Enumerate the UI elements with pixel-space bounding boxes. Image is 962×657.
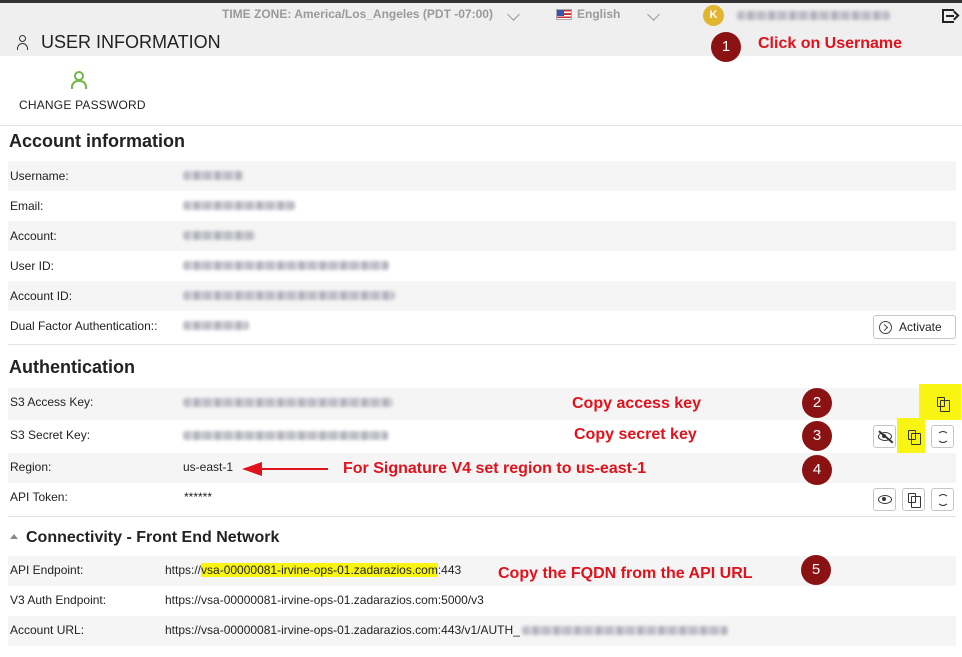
annotation-text: Copy the FQDN from the API URL xyxy=(498,565,753,582)
change-password-button[interactable]: CHANGE PASSWORD xyxy=(19,98,146,112)
annotation-badge: 5 xyxy=(801,555,831,585)
copy-icon xyxy=(937,397,950,412)
fqdn-highlight: vsa-00000081-irvine-ops-01.zadarazios.co… xyxy=(201,563,438,577)
row-label: Dual Factor Authentication:: xyxy=(10,319,158,333)
section-title-account-information: Account information xyxy=(9,131,185,151)
annotation-badge: 1 xyxy=(711,32,741,62)
copy-icon xyxy=(908,430,921,445)
page-title: USER INFORMATION xyxy=(41,32,221,52)
annotation-text: Click on Username xyxy=(758,35,903,52)
username-value xyxy=(183,171,243,180)
dual-factor-value xyxy=(183,321,249,330)
arrow-icon xyxy=(242,462,262,476)
account-value xyxy=(183,231,255,240)
user-id-value xyxy=(183,261,389,270)
user-icon xyxy=(16,35,28,50)
table-row: User ID: xyxy=(8,251,956,281)
divider xyxy=(0,125,962,126)
activate-label: Activate xyxy=(899,320,942,334)
account-id-value xyxy=(183,291,395,300)
region-value: us-east-1 xyxy=(183,460,234,474)
regenerate-keys-button[interactable] xyxy=(931,425,954,448)
logout-icon[interactable] xyxy=(942,9,954,23)
arrow-right-circle-icon xyxy=(879,321,892,334)
table-row: Dual Factor Authentication:: xyxy=(8,311,956,343)
annotation-badge: 4 xyxy=(802,455,832,485)
divider xyxy=(8,516,956,517)
url-suffix: :443 xyxy=(437,563,462,577)
table-row: Username: xyxy=(8,161,956,191)
annotation-text: Copy secret key xyxy=(574,426,697,443)
row-label: Account: xyxy=(10,229,57,243)
table-row: Account: xyxy=(8,221,956,251)
flag-us-icon xyxy=(556,9,572,20)
table-row: Account ID: xyxy=(8,281,956,311)
timezone-selector[interactable]: TIME ZONE: America/Los_Angeles (PDT -07:… xyxy=(222,7,493,21)
row-label: User ID: xyxy=(10,259,55,273)
arrow-line xyxy=(262,468,328,470)
eye-icon xyxy=(878,495,892,504)
email-value xyxy=(183,201,295,210)
triangle-up-icon[interactable] xyxy=(10,534,18,539)
regenerate-token-button[interactable] xyxy=(931,488,954,511)
row-label: Region: xyxy=(10,460,52,474)
change-password-icon[interactable] xyxy=(70,71,87,89)
avatar[interactable]: K xyxy=(703,5,724,26)
annotation-badge: 2 xyxy=(802,388,832,418)
annotation-badge: 3 xyxy=(802,421,832,451)
show-token-button[interactable] xyxy=(873,488,896,511)
api-token-value: ****** xyxy=(184,490,213,504)
copy-secret-key-button[interactable] xyxy=(902,425,925,448)
copy-token-button[interactable] xyxy=(902,488,925,511)
s3-secret-key-value xyxy=(183,431,388,440)
copy-icon xyxy=(908,493,921,508)
row-label: Email: xyxy=(10,199,44,213)
row-label: V3 Auth Endpoint: xyxy=(10,593,107,607)
row-label: Account URL: xyxy=(10,623,85,637)
row-label: API Token: xyxy=(10,490,68,504)
table-row: Account URL: https://vsa-00000081-irvine… xyxy=(8,616,956,646)
username-menu[interactable] xyxy=(737,11,890,20)
v3-auth-endpoint-value: https://vsa-00000081-irvine-ops-01.zadar… xyxy=(165,593,484,607)
row-label: Username: xyxy=(10,169,69,183)
row-label: API Endpoint: xyxy=(10,563,84,577)
table-row: V3 Auth Endpoint: https://vsa-00000081-i… xyxy=(8,586,956,616)
table-row: Email: xyxy=(8,191,956,221)
account-url-blurred-tail xyxy=(522,626,728,635)
api-endpoint-value: https://vsa-00000081-irvine-ops-01.zadar… xyxy=(165,563,461,577)
refresh-icon xyxy=(937,431,949,443)
section-title-authentication: Authentication xyxy=(9,357,135,377)
divider xyxy=(8,344,956,345)
s3-access-key-value xyxy=(183,398,393,407)
annotation-text: For Signature V4 set region to us-east-1 xyxy=(343,460,647,477)
account-url-value: https://vsa-00000081-irvine-ops-01.zadar… xyxy=(165,623,520,637)
eye-off-icon xyxy=(878,432,892,441)
activate-button[interactable]: Activate xyxy=(873,315,956,339)
copy-access-key-button[interactable] xyxy=(931,392,954,415)
row-label: Account ID: xyxy=(10,289,73,303)
row-label: S3 Access Key: xyxy=(10,395,94,409)
language-selector[interactable]: English xyxy=(577,7,620,21)
url-prefix: https:// xyxy=(165,563,202,577)
hide-secret-key-button[interactable] xyxy=(873,425,896,448)
table-row: API Token: ****** xyxy=(8,483,956,515)
refresh-icon xyxy=(937,494,949,506)
annotation-text: Copy access key xyxy=(572,395,701,412)
row-label: S3 Secret Key: xyxy=(10,428,91,442)
section-title-connectivity[interactable]: Connectivity - Front End Network xyxy=(26,529,279,547)
